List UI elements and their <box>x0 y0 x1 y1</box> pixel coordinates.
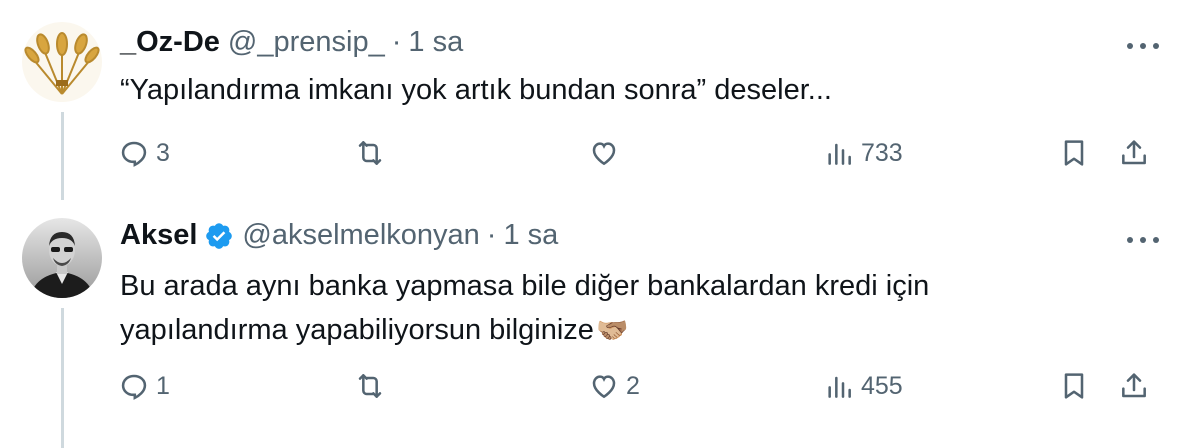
like-button[interactable]: 2 <box>588 366 640 406</box>
tweet-actions: 1 2 455 <box>118 366 1158 406</box>
tweet-header: Aksel @akselmelkonyan · 1 sa <box>120 219 558 252</box>
display-name[interactable]: Aksel <box>120 219 197 252</box>
separator-dot: · <box>391 26 402 58</box>
heart-icon <box>592 142 616 166</box>
display-name[interactable]: _Oz-De <box>120 26 220 59</box>
bookmark-button[interactable] <box>1058 133 1090 173</box>
handshake-emoji: 🫱🏼‍🫲🏽 <box>595 315 629 345</box>
views-button[interactable]: 733 <box>823 133 903 173</box>
repost-icon <box>358 374 382 398</box>
more-options-button[interactable] <box>1126 230 1160 250</box>
reply-button[interactable]: 3 <box>118 133 170 173</box>
tweet-text-line-1: Bu arada aynı banka yapmasa bile diğer b… <box>120 270 930 302</box>
avatar[interactable] <box>22 22 102 102</box>
tweet-actions: 3 733 <box>118 133 1158 173</box>
repost-button[interactable] <box>354 133 392 173</box>
timestamp[interactable]: 1 sa <box>503 219 558 252</box>
tweet-text-line-2-content: yapılandırma yapabiliyorsun bilginize <box>120 314 594 346</box>
reply-icon <box>121 374 147 400</box>
reply-count: 3 <box>156 138 170 167</box>
tweet-text: Bu arada aynı banka yapmasa bile diğer b… <box>120 264 929 352</box>
person-photo <box>22 218 102 298</box>
thread-line <box>61 308 64 448</box>
wheat-icon <box>22 22 102 102</box>
bookmark-icon <box>1064 140 1084 166</box>
repost-icon <box>358 141 382 165</box>
like-button[interactable] <box>588 133 626 173</box>
share-icon <box>1122 373 1146 398</box>
tweet-aksel[interactable]: Aksel @akselmelkonyan · 1 sa Bu arada ay… <box>0 200 1196 448</box>
repost-button[interactable] <box>354 366 392 406</box>
separator-dot: · <box>486 219 497 251</box>
timestamp[interactable]: 1 sa <box>408 26 463 59</box>
views-chart-icon <box>828 143 851 165</box>
views-button[interactable]: 455 <box>823 366 903 406</box>
tweet-header: _Oz-De @_prensip_ · 1 sa <box>120 26 463 59</box>
user-handle[interactable]: @akselmelkonyan <box>242 219 479 252</box>
heart-icon <box>592 375 616 399</box>
more-dots-icon <box>1127 237 1159 243</box>
reply-button[interactable]: 1 <box>118 366 170 406</box>
share-icon <box>1122 140 1146 165</box>
views-count: 455 <box>861 371 903 400</box>
reply-count: 1 <box>156 371 170 400</box>
bookmark-button[interactable] <box>1058 366 1090 406</box>
views-count: 733 <box>861 138 903 167</box>
tweet-text: “Yapılandırma imkanı yok artık bundan so… <box>120 74 832 106</box>
reply-icon <box>121 141 147 167</box>
tweet-text-line-2: yapılandırma yapabiliyorsun bilginize🫱🏼‍… <box>120 308 929 352</box>
share-button[interactable] <box>1118 133 1150 173</box>
verified-badge-icon[interactable] <box>204 221 234 251</box>
more-dots-icon <box>1127 43 1159 49</box>
thread-line <box>61 112 64 200</box>
user-handle[interactable]: @_prensip_ <box>228 26 385 59</box>
views-chart-icon <box>828 376 851 398</box>
like-count: 2 <box>626 371 640 400</box>
tweet-oz-de[interactable]: _Oz-De @_prensip_ · 1 sa “Yapılandırma i… <box>0 0 1196 200</box>
bookmark-icon <box>1064 373 1084 399</box>
more-options-button[interactable] <box>1126 36 1160 56</box>
share-button[interactable] <box>1118 366 1150 406</box>
avatar[interactable] <box>22 218 102 298</box>
